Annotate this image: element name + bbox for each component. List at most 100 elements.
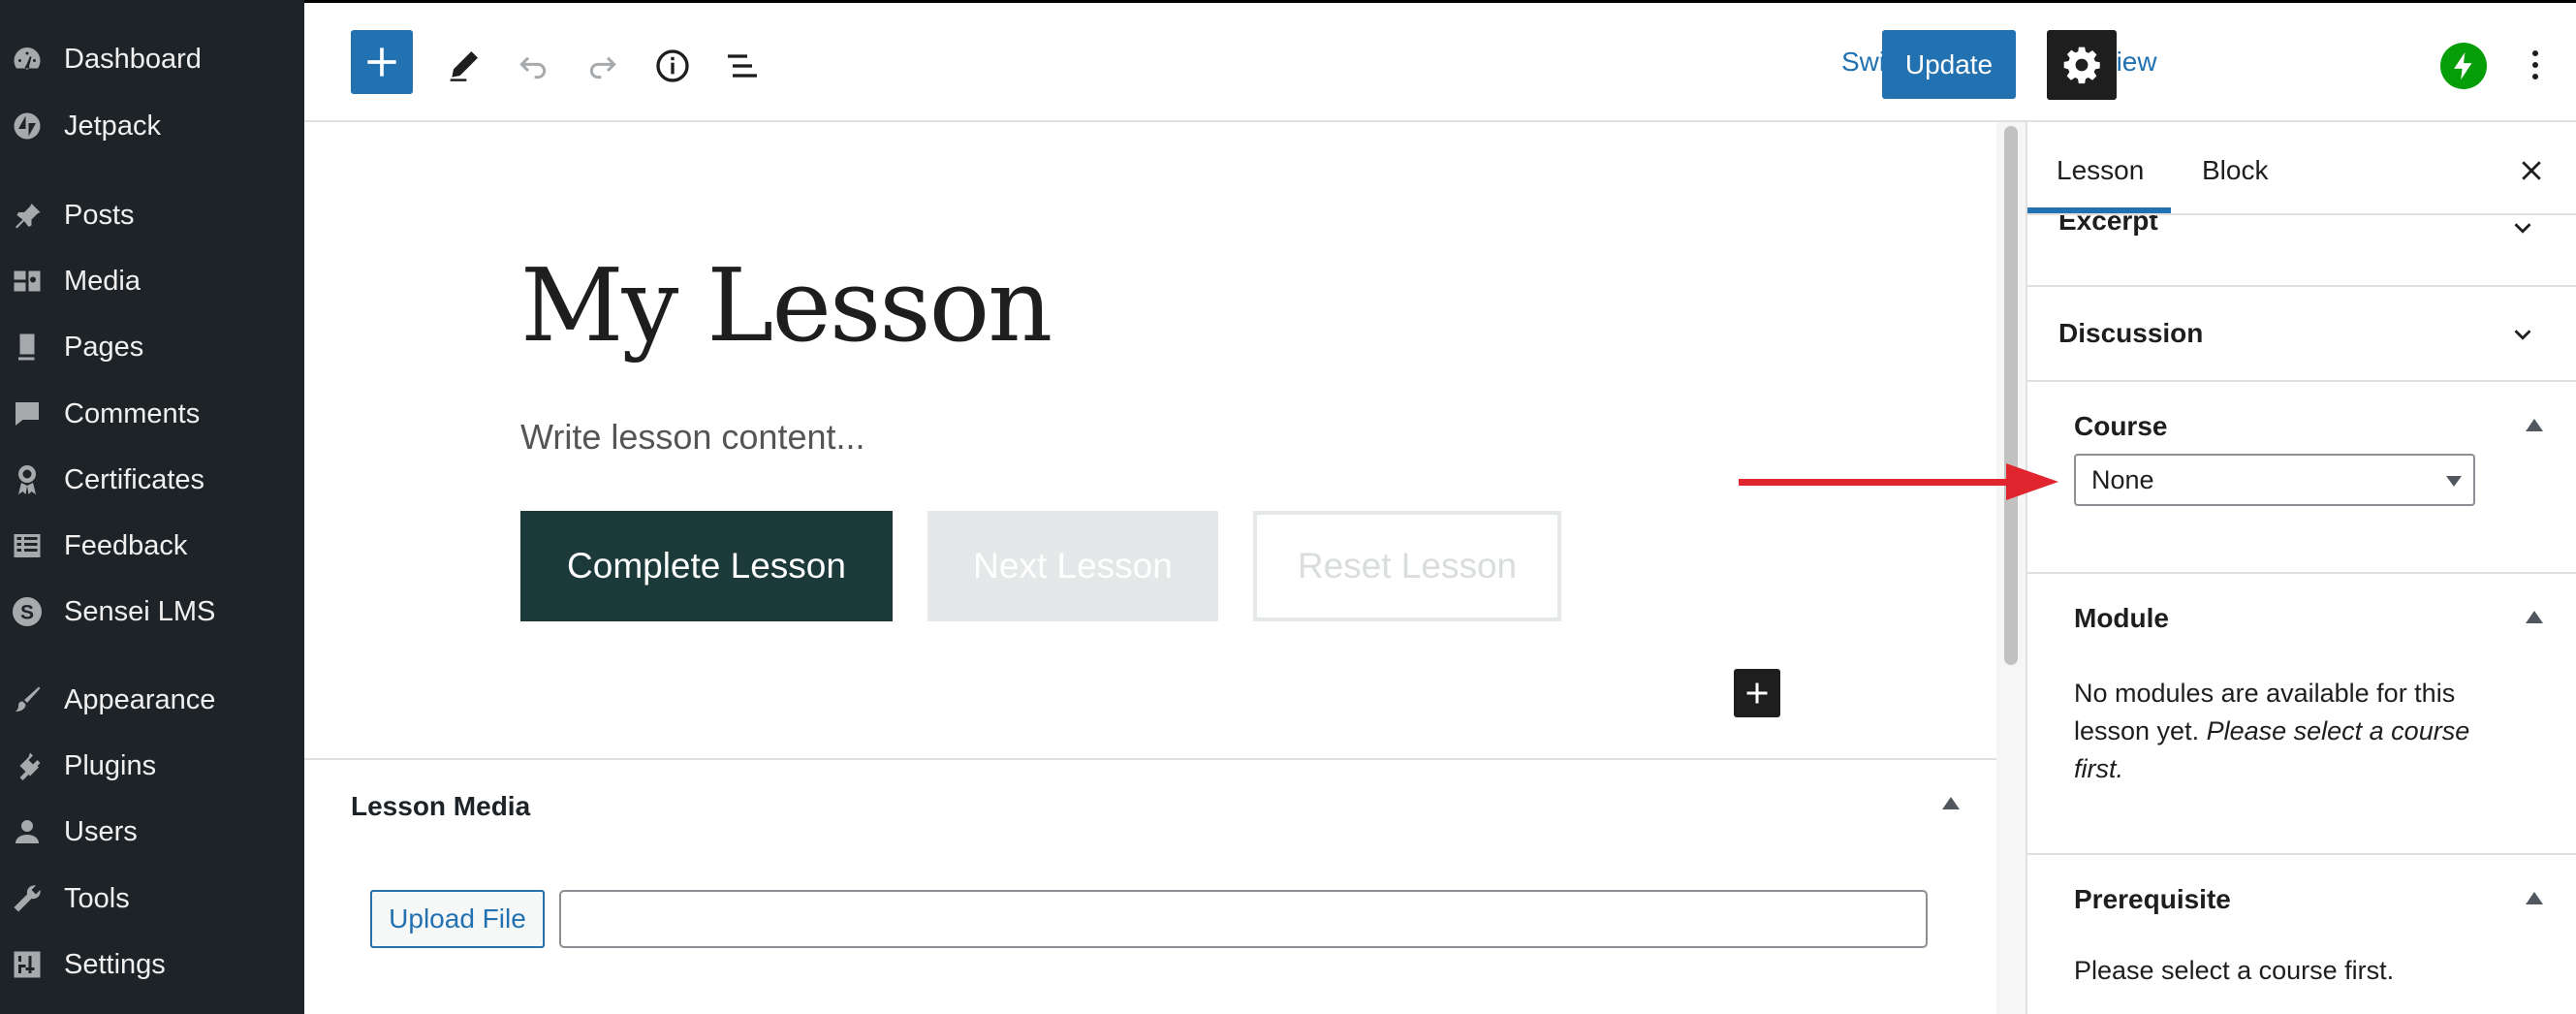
collapse-triangle-icon[interactable] bbox=[2526, 419, 2543, 431]
admin-menu-label: Posts bbox=[64, 199, 135, 231]
tab-block[interactable]: Block bbox=[2202, 155, 2268, 186]
annotation-arrow bbox=[1739, 463, 2058, 500]
admin-menu-posts[interactable]: Posts bbox=[0, 186, 304, 244]
add-block-button[interactable] bbox=[1734, 669, 1780, 717]
certificate-icon bbox=[8, 460, 47, 499]
undo-icon bbox=[519, 56, 547, 79]
sensei-icon: S bbox=[8, 592, 47, 631]
admin-sidebar: Dashboard Jetpack Posts Media Pages Comm… bbox=[0, 0, 304, 1014]
jetpack-button[interactable] bbox=[2440, 43, 2487, 89]
lesson-media-metabox: Lesson Media Upload File bbox=[304, 758, 1996, 1014]
settings-toggle-button[interactable] bbox=[2047, 30, 2117, 100]
module-title[interactable]: Module bbox=[2074, 603, 2169, 634]
pin-icon bbox=[8, 196, 47, 235]
admin-menu-feedback[interactable]: Feedback bbox=[0, 517, 304, 575]
caret-down-icon bbox=[2446, 476, 2462, 487]
tab-lesson[interactable]: Lesson bbox=[2057, 155, 2144, 186]
admin-menu-label: Plugins bbox=[64, 749, 157, 781]
admin-menu-media[interactable]: Media bbox=[0, 252, 304, 310]
settings-icon bbox=[8, 945, 47, 984]
editor-scrollbar[interactable] bbox=[1996, 122, 2027, 1014]
admin-menu-certificates[interactable]: Certificates bbox=[0, 451, 304, 509]
admin-menu-tools[interactable]: Tools bbox=[0, 870, 304, 928]
more-options-button[interactable] bbox=[2516, 40, 2555, 90]
prerequisite-title[interactable]: Prerequisite bbox=[2074, 884, 2231, 915]
admin-menu-label: Dashboard bbox=[64, 43, 202, 75]
admin-menu-sensei-lms[interactable]: S Sensei LMS bbox=[0, 583, 304, 641]
block-inserter-toggle[interactable] bbox=[351, 30, 413, 94]
chevron-down-icon bbox=[2514, 223, 2531, 234]
course-select[interactable]: None bbox=[2074, 454, 2475, 506]
editor-canvas: My Lesson Write lesson content... Comple… bbox=[304, 122, 1996, 759]
prerequisite-panel: Prerequisite Please select a course firs… bbox=[2027, 855, 2576, 1014]
prerequisite-message: Please select a course first. bbox=[2074, 956, 2395, 985]
admin-menu-label: Tools bbox=[64, 882, 130, 914]
collapse-triangle-icon[interactable] bbox=[1942, 797, 1960, 809]
discussion-panel[interactable]: Discussion bbox=[2027, 287, 2576, 382]
admin-menu-label: Certificates bbox=[64, 463, 205, 495]
module-message-line: No modules are available for this bbox=[2074, 679, 2456, 708]
collapse-triangle-icon[interactable] bbox=[2526, 892, 2543, 904]
module-panel: Module No modules are available for this… bbox=[2027, 574, 2576, 855]
lesson-content-placeholder[interactable]: Write lesson content... bbox=[520, 417, 865, 458]
module-message-italic: Please select a course bbox=[2206, 716, 2470, 745]
admin-menu-jetpack[interactable]: Jetpack bbox=[0, 97, 304, 155]
admin-menu-dashboard[interactable]: Dashboard bbox=[0, 30, 304, 88]
jetpack-bolt-icon bbox=[2454, 51, 2472, 80]
details-button[interactable] bbox=[649, 45, 696, 87]
plus-icon bbox=[1746, 682, 1768, 704]
next-lesson-button[interactable]: Next Lesson bbox=[927, 511, 1218, 621]
appearance-icon bbox=[8, 681, 47, 719]
gear-icon bbox=[2063, 47, 2100, 84]
admin-menu-users[interactable]: Users bbox=[0, 803, 304, 861]
post-title[interactable]: My Lesson bbox=[520, 246, 1052, 364]
dashboard-icon bbox=[8, 40, 47, 79]
admin-menu-comments[interactable]: Comments bbox=[0, 385, 304, 443]
admin-menu-plugins[interactable]: Plugins bbox=[0, 737, 304, 795]
module-message-text: lesson yet. bbox=[2074, 716, 2207, 745]
excerpt-title: Excerpt bbox=[2058, 215, 2158, 236]
pencil-icon bbox=[450, 51, 478, 81]
lesson-media-url-input[interactable] bbox=[559, 890, 1928, 948]
list-view-icon bbox=[728, 54, 757, 78]
redo-icon bbox=[589, 56, 616, 79]
discussion-title: Discussion bbox=[2058, 318, 2204, 348]
redo-button[interactable] bbox=[580, 45, 626, 87]
update-button[interactable]: Update bbox=[1882, 30, 2016, 99]
admin-menu-label: Media bbox=[64, 265, 141, 297]
module-message-line: lesson yet. Please select a course bbox=[2074, 713, 2469, 750]
module-message-italic: first. bbox=[2074, 754, 2123, 783]
collapse-triangle-icon[interactable] bbox=[2526, 611, 2543, 623]
admin-menu-appearance[interactable]: Appearance bbox=[0, 671, 304, 729]
admin-menu-label: Settings bbox=[64, 948, 166, 980]
undo-button[interactable] bbox=[510, 45, 556, 87]
complete-lesson-button[interactable]: Complete Lesson bbox=[520, 511, 893, 621]
upload-file-button[interactable]: Upload File bbox=[370, 890, 545, 948]
chevron-down-icon bbox=[2514, 330, 2531, 340]
feedback-icon bbox=[8, 526, 47, 565]
reset-lesson-button[interactable]: Reset Lesson bbox=[1253, 511, 1561, 621]
admin-menu-settings[interactable]: Settings bbox=[0, 935, 304, 994]
jetpack-icon bbox=[8, 107, 47, 145]
tools-button[interactable] bbox=[440, 45, 487, 87]
lesson-media-title[interactable]: Lesson Media bbox=[351, 791, 530, 822]
course-select-value: None bbox=[2091, 464, 2154, 494]
admin-menu-label: Feedback bbox=[64, 529, 188, 561]
editor-toolbar: Switch to draft Preview Update bbox=[304, 0, 2576, 122]
scrollbar-thumb[interactable] bbox=[2004, 126, 2018, 665]
list-view-button[interactable] bbox=[719, 45, 766, 87]
more-vertical-icon bbox=[2532, 50, 2538, 56]
sidebar-tabs: Lesson Block bbox=[2027, 122, 2576, 215]
course-title[interactable]: Course bbox=[2074, 411, 2167, 442]
close-icon bbox=[2522, 161, 2541, 180]
comments-icon bbox=[8, 395, 47, 433]
svg-text:S: S bbox=[20, 602, 34, 624]
plus-icon bbox=[367, 48, 396, 77]
admin-menu-label: Comments bbox=[64, 397, 201, 429]
close-sidebar-button[interactable] bbox=[2512, 151, 2551, 190]
admin-menu-pages[interactable]: Pages bbox=[0, 318, 304, 376]
tools-icon bbox=[8, 879, 47, 918]
active-tab-indicator bbox=[2027, 207, 2171, 213]
excerpt-panel[interactable]: Excerpt bbox=[2027, 215, 2576, 287]
media-icon bbox=[8, 262, 47, 301]
